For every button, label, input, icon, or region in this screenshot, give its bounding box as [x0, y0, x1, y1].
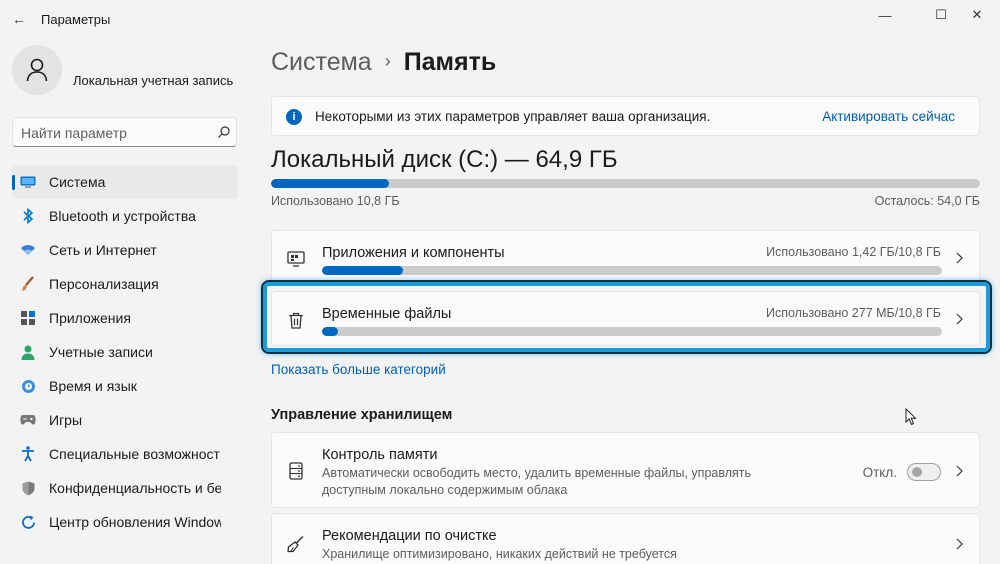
sidebar-item-label: Игры	[49, 412, 83, 428]
category-title: Приложения и компоненты	[322, 245, 505, 261]
wifi-icon	[20, 242, 36, 258]
sidebar-item-accessibility[interactable]: Специальные возможност	[12, 437, 238, 471]
toggle-knob	[912, 467, 922, 477]
sidebar-item-accounts[interactable]: Учетные записи	[12, 335, 238, 369]
search-box[interactable]	[12, 117, 237, 147]
chevron-right-icon	[953, 252, 965, 264]
chevron-right-icon	[953, 538, 965, 550]
sidebar-item-bluetooth[interactable]: Bluetooth и устройства	[12, 199, 238, 233]
sidebar-item-label: Время и язык	[49, 378, 137, 394]
sidebar-item-label: Конфиденциальность и бе	[49, 480, 221, 496]
search-input[interactable]	[21, 123, 211, 143]
sidebar-item-personalization[interactable]: Персонализация	[12, 267, 238, 301]
sidebar-item-windows-update[interactable]: Центр обновления Window	[12, 505, 238, 539]
cleanup-recommendations-card[interactable]: Рекомендации по очистке Хранилище оптими…	[271, 513, 980, 564]
sidebar-item-gaming[interactable]: Игры	[12, 403, 238, 437]
sidebar-item-system[interactable]: Система	[12, 165, 238, 199]
storage-sense-toggle-label: Откл.	[862, 465, 897, 480]
category-usage-fill	[322, 266, 403, 275]
sidebar-item-label: Bluetooth и устройства	[49, 208, 196, 224]
minimize-button[interactable]: —	[862, 0, 908, 30]
gamepad-icon	[20, 412, 36, 428]
app-title: Параметры	[41, 12, 111, 27]
disk-title: Локальный диск (C:) — 64,9 ГБ	[271, 146, 618, 173]
avatar	[12, 45, 62, 95]
org-info-bar: i Некоторыми из этих параметров управляе…	[271, 96, 980, 136]
system-icon	[20, 174, 36, 190]
info-text: Некоторыми из этих параметров управляет …	[315, 109, 711, 124]
back-button[interactable]: ←	[8, 8, 30, 30]
apps-features-icon	[286, 249, 306, 269]
storage-sense-description: Автоматически освободить место, удалить …	[322, 466, 752, 497]
sidebar-item-apps[interactable]: Приложения	[12, 301, 238, 335]
disk-usage-fill	[271, 179, 389, 188]
account-name: Локальная учетная запись	[73, 73, 234, 88]
sidebar-item-network[interactable]: Сеть и Интернет	[12, 233, 238, 267]
breadcrumb-parent[interactable]: Система	[271, 48, 372, 76]
category-usage: Использовано 277 МБ/10,8 ГБ	[766, 306, 941, 320]
shield-icon	[20, 480, 36, 496]
sidebar-item-label: Система	[49, 174, 106, 190]
storage-sense-toggle[interactable]	[907, 463, 941, 481]
breadcrumb-separator: ›	[384, 51, 391, 71]
sidebar-item-label: Приложения	[49, 310, 131, 326]
broom-icon	[286, 534, 306, 554]
category-usage-bar	[322, 266, 942, 275]
sidebar-item-label: Персонализация	[49, 276, 159, 292]
accessibility-icon	[20, 446, 36, 462]
show-more-categories-link[interactable]: Показать больше категорий	[271, 362, 446, 377]
mouse-cursor-icon	[905, 408, 917, 426]
bluetooth-icon	[20, 208, 36, 224]
sidebar-nav: Система Bluetooth и устройства Сеть и Ин…	[12, 165, 238, 539]
chevron-right-icon	[953, 313, 965, 325]
close-button[interactable]: ✕	[954, 0, 1000, 30]
cleanup-title: Рекомендации по очистке	[322, 528, 497, 544]
category-temporary-files[interactable]: Временные файлы Использовано 277 МБ/10,8…	[271, 291, 980, 346]
title-bar: ← Параметры — ☐ ✕	[0, 0, 1000, 38]
activate-now-link[interactable]: Активировать сейчас	[822, 109, 955, 124]
sidebar-item-label: Специальные возможност	[49, 446, 220, 462]
disk-free-label: Осталось: 54,0 ГБ	[874, 194, 980, 208]
sidebar-item-label: Центр обновления Window	[49, 514, 221, 530]
user-icon	[26, 58, 48, 82]
accounts-icon	[20, 344, 36, 360]
search-icon[interactable]	[217, 125, 231, 139]
brush-icon	[20, 276, 36, 292]
storage-sense-title: Контроль памяти	[322, 447, 438, 463]
category-apps-features[interactable]: Приложения и компоненты Использовано 1,4…	[271, 230, 980, 285]
cleanup-description: Хранилище оптимизировано, никаких действ…	[322, 547, 677, 561]
account-panel[interactable]: Локальная учетная запись	[12, 45, 242, 95]
disk-usage-bar	[271, 179, 980, 188]
category-usage-bar	[322, 327, 942, 336]
sidebar-item-label: Учетные записи	[49, 344, 153, 360]
storage-sense-card[interactable]: Контроль памяти Автоматически освободить…	[271, 432, 980, 508]
category-title: Временные файлы	[322, 306, 452, 322]
storage-management-heading: Управление хранилищем	[271, 407, 453, 423]
breadcrumb: Система › Память	[271, 48, 496, 77]
storage-drive-icon	[286, 461, 306, 481]
sidebar-item-privacy[interactable]: Конфиденциальность и бе	[12, 471, 238, 505]
chevron-right-icon	[953, 465, 965, 477]
update-icon	[20, 514, 36, 530]
page-title: Память	[403, 48, 497, 76]
category-usage-fill	[322, 327, 338, 336]
apps-icon	[20, 310, 36, 326]
category-usage: Использовано 1,42 ГБ/10,8 ГБ	[766, 245, 941, 259]
trash-icon	[286, 310, 306, 330]
sidebar-item-time-language[interactable]: Время и язык	[12, 369, 238, 403]
globe-clock-icon	[20, 378, 36, 394]
disk-used-label: Использовано 10,8 ГБ	[271, 194, 400, 208]
info-icon: i	[286, 109, 302, 125]
sidebar-item-label: Сеть и Интернет	[49, 242, 157, 258]
